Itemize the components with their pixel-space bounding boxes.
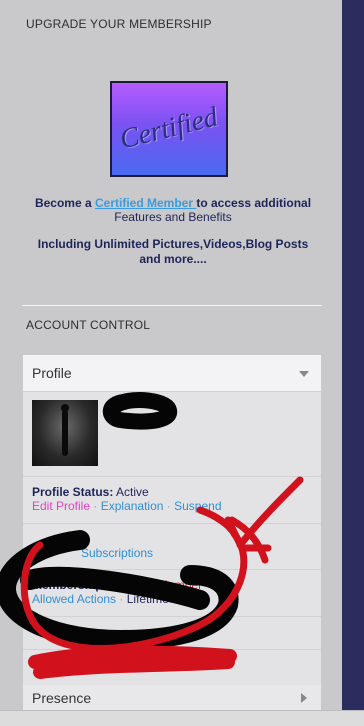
profile-panel-header[interactable]: Profile — [23, 355, 321, 392]
profile-status-value: Active — [116, 485, 149, 499]
profile-actions: Edit Profile · Explanation · Suspend — [32, 499, 222, 513]
edit-profile-link[interactable]: Edit Profile — [32, 499, 90, 513]
profile-status: Profile Status: Active — [32, 485, 149, 499]
upgrade-section-title: UPGRADE YOUR MEMBERSHIP — [26, 17, 212, 31]
membership-actions: Allowed Actions · Lifetime — [32, 592, 169, 606]
certified-badge-image[interactable]: Certified — [110, 81, 228, 177]
panel-header-label: Profile — [32, 365, 72, 381]
suspend-link[interactable]: Suspend — [174, 499, 221, 513]
avatar-row — [23, 392, 321, 477]
promo-line-1: Become a Certified Member to access addi… — [20, 196, 326, 210]
membership-value: Certified Member — [110, 578, 203, 592]
account-panel: Profile Profile Status: Active Edit Prof… — [23, 355, 321, 710]
separator: · — [166, 499, 171, 513]
presence-panel-header[interactable]: Presence — [23, 685, 321, 710]
profile-status-label: Profile Status: — [32, 485, 114, 499]
chevron-right-icon[interactable] — [301, 693, 307, 703]
promo-line-3: Including Unlimited Pictures,Videos,Blog… — [37, 237, 309, 251]
membership-label: Membership: — [32, 578, 107, 592]
side-strip — [342, 0, 364, 725]
avatar-silhouette — [61, 404, 69, 456]
certified-member-link[interactable]: Certified Member — [95, 196, 196, 210]
section-divider — [22, 305, 322, 306]
separator: · — [119, 592, 124, 606]
promo-text: Become a — [34, 196, 95, 210]
subscriptions-row: Subscriptions — [23, 524, 321, 570]
membership-row: Membership: Certified Member Allowed Act… — [23, 570, 321, 617]
promo-line-2: Features and Benefits — [114, 210, 232, 224]
separator: · — [93, 499, 98, 513]
empty-row — [23, 617, 321, 650]
allowed-actions-link[interactable]: Allowed Actions — [32, 592, 116, 606]
promo-line-4: and more.... — [139, 252, 207, 266]
avatar[interactable] — [32, 400, 98, 466]
promo-text: to access additional — [196, 196, 312, 210]
lifetime-value: Lifetime — [126, 592, 169, 606]
membership: Membership: Certified Member — [32, 578, 202, 592]
presence-label: Presence — [32, 690, 92, 706]
horizontal-scrollbar[interactable] — [0, 710, 364, 726]
chevron-down-icon[interactable] — [299, 371, 309, 377]
subscriptions-line: Subscriptions — [81, 546, 153, 560]
subscriptions-link[interactable]: Subscriptions — [81, 546, 153, 560]
explanation-link[interactable]: Explanation — [101, 499, 164, 513]
certified-badge-text: Certified — [116, 101, 221, 156]
profile-status-row: Profile Status: Active Edit Profile · Ex… — [23, 477, 321, 524]
account-section-title: ACCOUNT CONTROL — [26, 318, 151, 332]
